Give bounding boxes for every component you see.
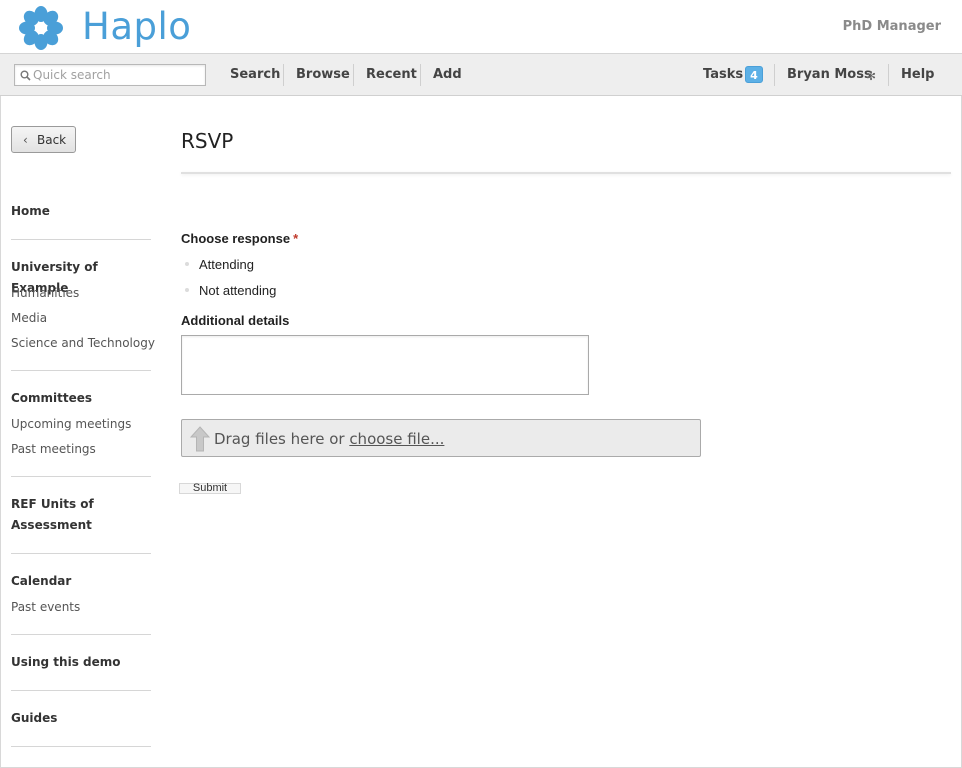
brand-name[interactable]: Haplo xyxy=(82,5,191,48)
radio-not-attending[interactable] xyxy=(185,288,189,292)
dropzone-text: Drag files here or choose file... xyxy=(214,430,444,448)
back-button-label: Back xyxy=(37,133,67,147)
nav-divider xyxy=(420,64,421,86)
choose-file-link[interactable]: choose file... xyxy=(349,430,444,448)
submit-button[interactable]: Submit xyxy=(179,483,241,494)
nav-browse[interactable]: Browse xyxy=(296,67,350,82)
sidebar-item-using-demo[interactable]: Using this demo xyxy=(11,652,151,673)
back-button[interactable]: ‹ Back xyxy=(11,126,76,153)
sidebar-divider xyxy=(11,476,151,477)
response-label: Choose response * xyxy=(181,231,298,246)
sidebar-divider xyxy=(11,746,151,747)
file-dropzone[interactable]: Drag files here or choose file... xyxy=(181,419,701,457)
sidebar-item-home[interactable]: Home xyxy=(11,201,151,222)
nav-divider xyxy=(774,64,775,86)
radio-attending-label[interactable]: Attending xyxy=(199,257,254,272)
app-name: PhD Manager xyxy=(842,19,941,34)
nav-divider xyxy=(283,64,284,86)
required-marker: * xyxy=(293,231,299,246)
sidebar-item-media[interactable]: Media xyxy=(11,311,47,325)
nav-divider xyxy=(353,64,354,86)
response-label-text: Choose response xyxy=(181,231,291,246)
tasks-count-badge[interactable]: 4 xyxy=(745,66,763,83)
sidebar-heading-calendar[interactable]: Calendar xyxy=(11,571,151,592)
sidebar-divider xyxy=(11,239,151,240)
sidebar-item-humanities[interactable]: Humanities xyxy=(11,286,79,300)
header: Haplo PhD Manager xyxy=(0,0,962,54)
quick-search-input[interactable] xyxy=(33,67,201,83)
nav-tasks[interactable]: Tasks xyxy=(703,67,743,82)
nav-divider xyxy=(888,64,889,86)
navbar: Search Browse Recent Add Tasks 4 Bryan M… xyxy=(0,54,962,96)
sidebar-heading-committees[interactable]: Committees xyxy=(11,388,151,409)
user-menu[interactable]: Bryan Moss xyxy=(787,67,872,82)
haplo-logo-icon[interactable] xyxy=(16,4,66,52)
sidebar-item-science[interactable]: Science and Technology xyxy=(11,336,155,350)
upload-arrow-icon xyxy=(190,426,210,452)
details-label: Additional details xyxy=(181,313,290,328)
sidebar-item-past-meetings[interactable]: Past meetings xyxy=(11,442,96,456)
sidebar-item-upcoming-meetings[interactable]: Upcoming meetings xyxy=(11,417,131,431)
dropzone-prompt: Drag files here or xyxy=(214,430,350,448)
sidebar-divider xyxy=(11,553,151,554)
additional-details-textarea[interactable] xyxy=(181,335,589,395)
sidebar-heading-ref[interactable]: REF Units of Assessment xyxy=(11,494,121,536)
gear-icon[interactable]: ✻ xyxy=(866,69,876,83)
nav-search[interactable]: Search xyxy=(230,67,280,82)
sidebar-divider xyxy=(11,690,151,691)
sidebar-item-past-events[interactable]: Past events xyxy=(11,600,80,614)
radio-attending[interactable] xyxy=(185,262,189,266)
sidebar-divider xyxy=(11,634,151,635)
nav-recent[interactable]: Recent xyxy=(366,67,417,82)
quick-search[interactable] xyxy=(14,64,206,86)
nav-help[interactable]: Help xyxy=(901,67,934,82)
sidebar-divider xyxy=(11,370,151,371)
chevron-left-icon: ‹ xyxy=(23,133,28,147)
nav-add[interactable]: Add xyxy=(433,67,462,82)
sidebar-item-guides[interactable]: Guides xyxy=(11,708,151,729)
radio-not-attending-label[interactable]: Not attending xyxy=(199,283,276,298)
title-divider xyxy=(181,172,951,174)
search-icon xyxy=(20,70,31,81)
page-title: RSVP xyxy=(181,129,234,153)
